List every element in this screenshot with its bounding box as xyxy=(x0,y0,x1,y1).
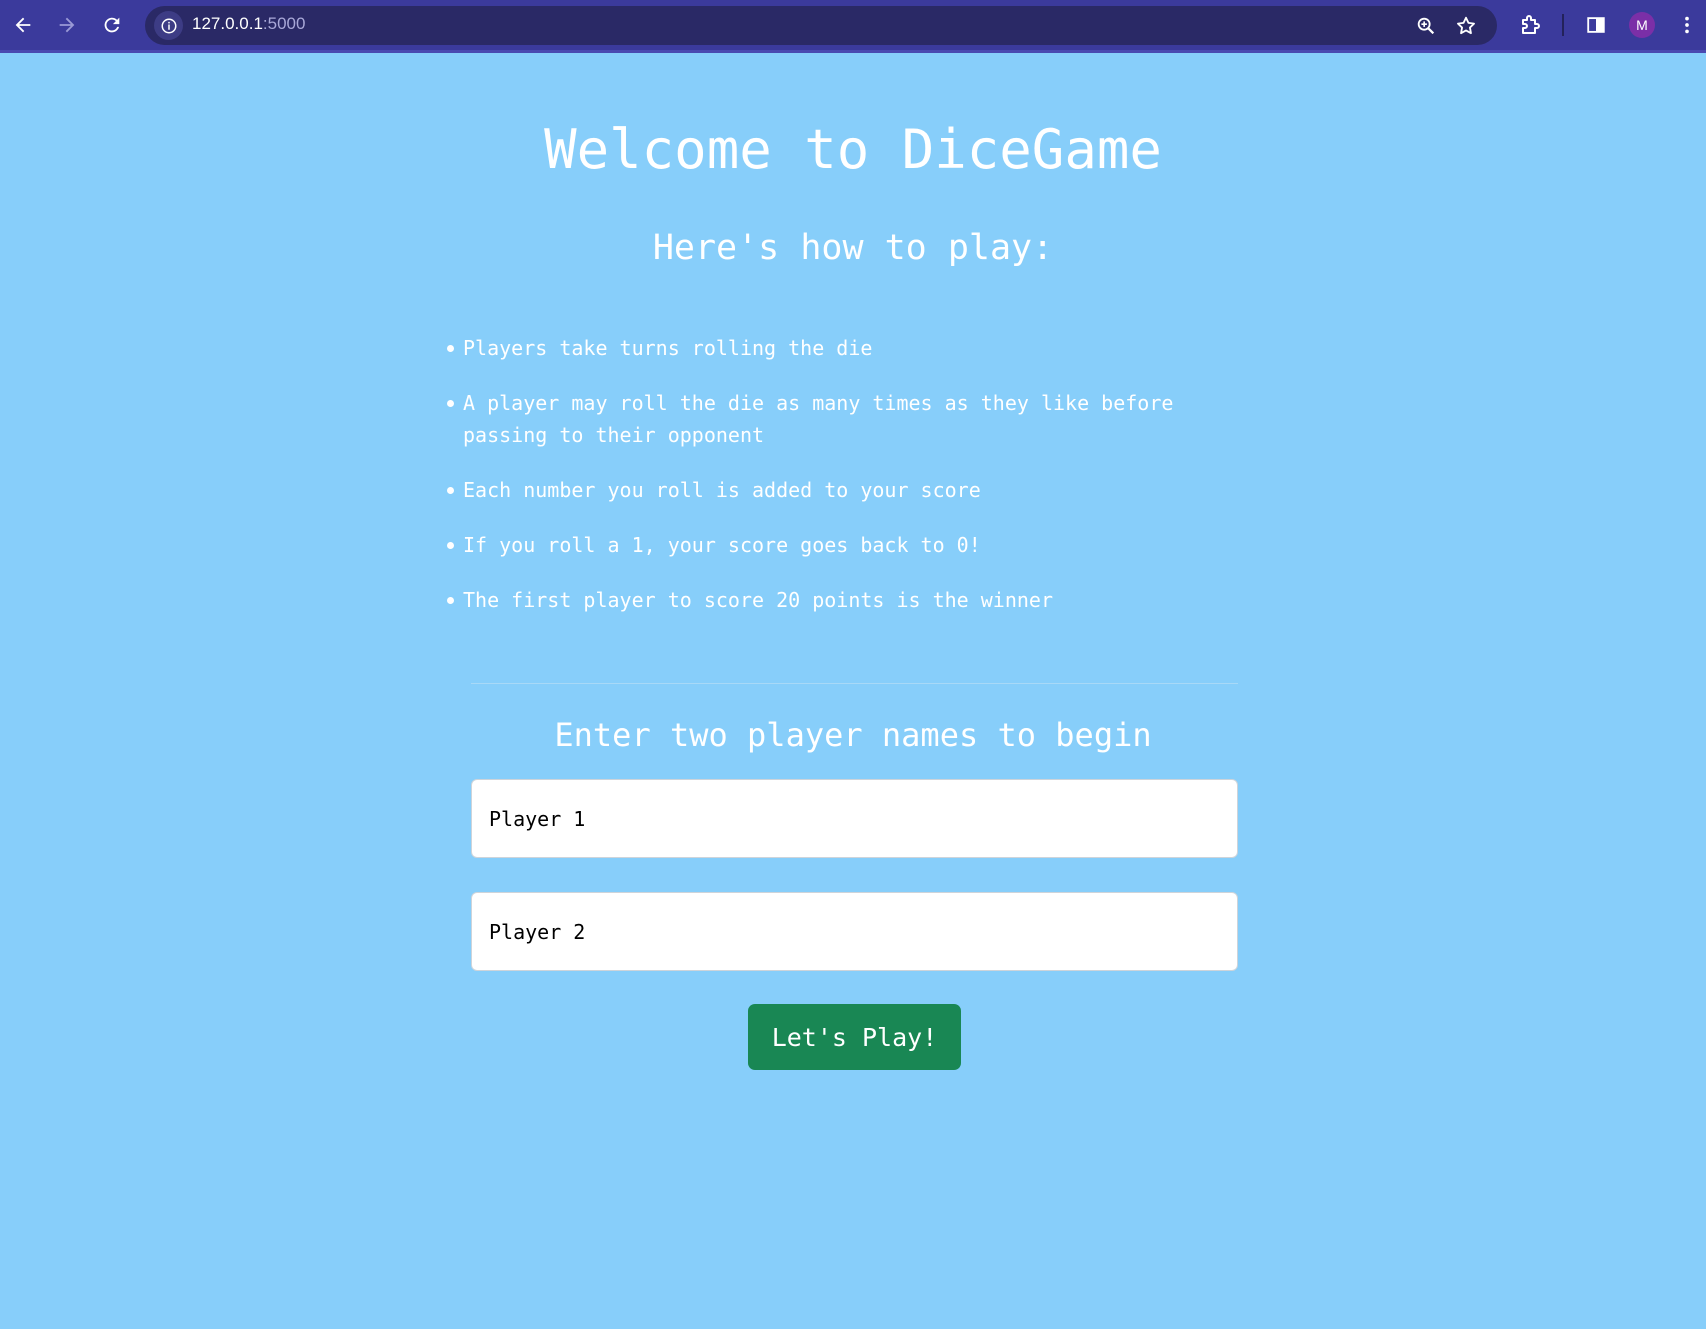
list-item: If you roll a 1, your score goes back to… xyxy=(447,529,1243,561)
site-info-icon[interactable] xyxy=(154,11,183,40)
list-item: A player may roll the die as many times … xyxy=(447,387,1243,451)
rules-list: Players take turns rolling the die A pla… xyxy=(447,332,1243,639)
reload-icon[interactable] xyxy=(97,10,127,40)
bookmark-star-icon[interactable] xyxy=(1453,13,1478,38)
toolbar-divider xyxy=(1562,14,1564,36)
list-item: The first player to score 20 points is t… xyxy=(447,584,1243,616)
how-to-play-heading: Here's how to play: xyxy=(652,228,1054,268)
list-item: Each number you roll is added to your sc… xyxy=(447,474,1243,506)
more-menu-icon[interactable] xyxy=(1673,11,1701,39)
browser-toolbar: 127.0.0.1:5000 M xyxy=(0,0,1706,53)
back-arrow-icon[interactable] xyxy=(8,10,38,40)
extensions-icon[interactable] xyxy=(1516,11,1544,39)
forward-arrow-icon[interactable] xyxy=(52,10,82,40)
url-port: :5000 xyxy=(262,14,306,33)
url-host: 127.0.0.1 xyxy=(192,14,263,33)
player-form-heading: Enter two player names to begin xyxy=(554,716,1152,754)
url-text[interactable]: 127.0.0.1:5000 xyxy=(192,14,305,34)
zoom-icon[interactable] xyxy=(1413,13,1438,38)
page-title: Welcome to DiceGame xyxy=(544,118,1162,181)
section-divider xyxy=(471,683,1238,684)
player-2-input[interactable] xyxy=(471,892,1238,971)
profile-avatar[interactable]: M xyxy=(1629,12,1655,38)
lets-play-button[interactable]: Let's Play! xyxy=(748,1004,961,1070)
side-panel-icon[interactable] xyxy=(1582,11,1610,39)
address-bar[interactable]: 127.0.0.1:5000 xyxy=(145,6,1497,45)
player-1-input[interactable] xyxy=(471,779,1238,858)
list-item: Players take turns rolling the die xyxy=(447,332,1243,364)
